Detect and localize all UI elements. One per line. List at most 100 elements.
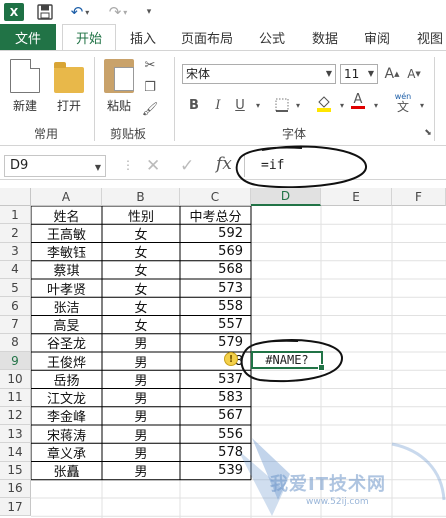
table-cell[interactable]: 女 [102, 316, 180, 334]
table-cell[interactable]: 宋蒋涛 [31, 425, 102, 444]
table-cell[interactable]: 女 [102, 261, 180, 279]
table-cell[interactable]: 573 [180, 279, 251, 297]
table-cell[interactable]: 叶孝贤 [31, 279, 102, 298]
table-cell[interactable]: 男 [102, 389, 180, 407]
table-cell[interactable]: 男 [102, 352, 180, 371]
table-cell[interactable]: 高旻 [31, 316, 102, 334]
redo-icon[interactable]: ↷ ▾ [104, 3, 132, 21]
phonetic-guide-icon[interactable]: wén 文 [392, 91, 414, 113]
table-cell[interactable]: 558 [180, 297, 251, 315]
table-cell[interactable]: 男 [102, 370, 180, 389]
enter-formula-button[interactable]: ✓ [180, 156, 194, 176]
column-header-b[interactable]: B [102, 188, 180, 206]
row-header-14[interactable]: 14 [0, 443, 31, 462]
row-header-12[interactable]: 12 [0, 406, 31, 425]
tab-formulas[interactable]: 公式 [259, 24, 285, 50]
column-header-e[interactable]: E [321, 188, 392, 206]
font-name-select[interactable]: 宋体 ▼ [182, 64, 336, 84]
chevron-down-icon[interactable]: ▾ [368, 97, 384, 113]
table-cell[interactable]: 章义承 [31, 443, 102, 462]
open-button[interactable]: 打开 [54, 59, 84, 114]
row-header-10[interactable]: 10 [0, 370, 31, 389]
cancel-formula-button[interactable]: ✕ [146, 156, 160, 176]
name-box[interactable]: D9 ▼ [4, 155, 106, 177]
format-painter-icon[interactable]: 🖌 [142, 101, 159, 117]
tab-view[interactable]: 视图 [417, 24, 443, 50]
row-header-17[interactable]: 17 [0, 498, 31, 517]
table-cell[interactable]: 女 [102, 243, 180, 261]
table-cell[interactable]: 张洁 [31, 297, 102, 316]
row-header-6[interactable]: 6 [0, 297, 31, 316]
row-header-1[interactable]: 1 [0, 206, 31, 225]
select-all-corner[interactable] [0, 188, 31, 206]
table-cell[interactable]: 李金峰 [31, 407, 102, 425]
column-header-c[interactable]: C [180, 188, 251, 206]
tab-page-layout[interactable]: 页面布局 [181, 24, 233, 50]
row-header-11[interactable]: 11 [0, 388, 31, 407]
row-header-3[interactable]: 3 [0, 242, 31, 261]
table-cell[interactable]: 女 [102, 279, 180, 298]
column-header-a[interactable]: A [31, 188, 102, 206]
table-header-cell[interactable]: 姓名 [31, 206, 102, 225]
table-cell[interactable]: 男 [102, 407, 180, 425]
table-cell[interactable]: 蔡琪 [31, 261, 102, 279]
error-warning-icon[interactable]: ! [224, 352, 238, 366]
table-cell[interactable]: 578 [180, 443, 251, 461]
table-cell[interactable]: 谷圣龙 [31, 334, 102, 352]
table-cell[interactable]: 男 [102, 334, 180, 352]
italic-button[interactable]: I [210, 97, 226, 113]
table-cell[interactable]: 男 [102, 462, 180, 480]
font-color-icon[interactable]: A [350, 93, 366, 109]
table-cell[interactable]: 江文龙 [31, 389, 102, 407]
underline-button[interactable]: U [232, 97, 248, 113]
table-cell[interactable]: 557 [180, 316, 251, 334]
table-cell[interactable]: 568 [180, 261, 251, 279]
chevron-down-icon[interactable]: ▾ [290, 97, 306, 113]
table-cell[interactable]: 569 [180, 243, 251, 261]
table-cell[interactable]: 王俊烨 [31, 352, 102, 371]
chevron-down-icon[interactable]: ▾ [414, 97, 430, 113]
tab-review[interactable]: 审阅 [364, 24, 390, 50]
row-header-15[interactable]: 15 [0, 461, 31, 480]
table-cell[interactable]: 583 [180, 389, 251, 407]
row-header-8[interactable]: 8 [0, 333, 31, 352]
row-header-9[interactable]: 9 [0, 352, 31, 371]
shrink-font-icon[interactable]: A ▼ [406, 66, 422, 82]
row-header-7[interactable]: 7 [0, 315, 31, 334]
table-cell[interactable]: 567 [180, 407, 251, 425]
row-header-16[interactable]: 16 [0, 479, 31, 498]
font-size-select[interactable]: 11 ▼ [340, 64, 378, 84]
column-header-f[interactable]: F [392, 188, 446, 206]
tab-data[interactable]: 数据 [312, 24, 338, 50]
row-header-13[interactable]: 13 [0, 425, 31, 444]
row-header-2[interactable]: 2 [0, 224, 31, 243]
table-cell[interactable]: 592 [180, 224, 251, 242]
chevron-down-icon[interactable]: ▾ [334, 97, 350, 113]
table-cell[interactable]: 男 [102, 443, 180, 462]
table-cell[interactable]: 李敏钰 [31, 243, 102, 261]
new-button[interactable]: 新建 [10, 59, 40, 114]
customize-quick-access-icon[interactable]: ▾ [142, 3, 156, 21]
table-header-cell[interactable]: 性别 [102, 206, 180, 225]
row-header-4[interactable]: 4 [0, 260, 31, 279]
copy-icon[interactable]: ❐ [142, 79, 158, 95]
table-cell[interactable]: 539 [180, 462, 251, 480]
row-header-5[interactable]: 5 [0, 279, 31, 298]
table-cell[interactable]: 女 [102, 297, 180, 316]
table-header-cell[interactable]: 中考总分 [180, 206, 251, 225]
save-icon[interactable] [36, 3, 54, 21]
table-cell[interactable]: 男 [102, 425, 180, 444]
chevron-down-icon[interactable]: ▾ [250, 97, 266, 113]
grow-font-icon[interactable]: A ▲ [384, 66, 400, 82]
table-cell[interactable]: 张矗 [31, 462, 102, 480]
table-cell[interactable]: 王高敏 [31, 224, 102, 243]
insert-function-button[interactable]: fx [216, 154, 232, 174]
column-header-d[interactable]: D [251, 188, 321, 206]
table-cell[interactable]: 岳扬 [31, 370, 102, 389]
table-cell[interactable]: 女 [102, 224, 180, 243]
paste-button[interactable]: 粘贴 [104, 59, 134, 114]
fill-color-icon[interactable] [316, 95, 332, 112]
spreadsheet-grid[interactable]: A B C D E F 1 2 3 4 5 6 7 8 9 10 11 12 13 14 15 16 17 姓名… [0, 188, 446, 518]
table-cell[interactable]: 556 [180, 425, 251, 443]
cut-icon[interactable]: ✂ [142, 57, 158, 73]
